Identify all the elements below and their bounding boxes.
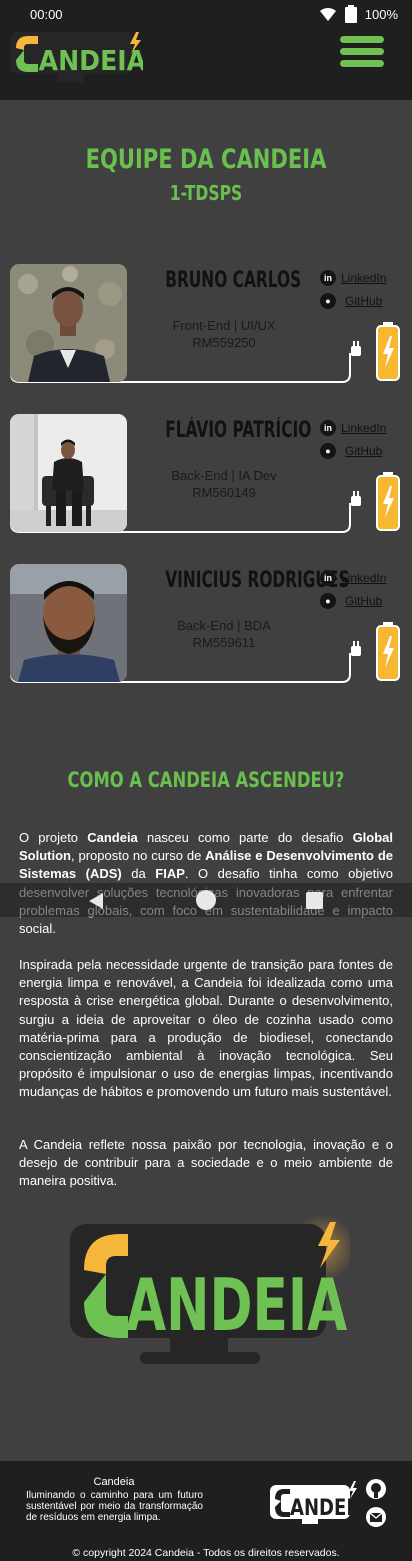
github-icon: ● <box>320 293 336 309</box>
github-link[interactable]: ● GitHub <box>320 443 382 459</box>
battery-charging-icon <box>376 472 400 531</box>
candeia-logo-large: ANDEIA <box>70 1214 350 1364</box>
linkedin-link[interactable]: in LinkedIn <box>320 270 386 286</box>
member-card: FLÁVIO PATRÍCIO Back-End | IA Dev RM5601… <box>10 414 402 536</box>
linkedin-link[interactable]: in LinkedIn <box>320 420 386 436</box>
battery-charging-icon <box>376 322 400 381</box>
footer-copyright: © copyright 2024 Candeia - Todos os dire… <box>72 1547 340 1559</box>
linkedin-icon: in <box>320 570 336 586</box>
member-name: BRUNO CARLOS <box>165 268 302 293</box>
github-link[interactable]: ● GitHub <box>320 293 382 309</box>
linkedin-label: LinkedIn <box>341 571 387 585</box>
battery-charging-icon <box>376 622 400 681</box>
team-subtitle: 1-TDSPS <box>169 181 243 205</box>
menu-bar <box>340 36 384 43</box>
github-label: GitHub <box>345 594 383 608</box>
github-link[interactable]: ● GitHub <box>320 593 382 609</box>
candeia-logo[interactable]: ANDEIA <box>8 30 143 86</box>
plug-icon <box>351 341 361 356</box>
menu-bar <box>340 48 384 55</box>
svg-text:ANDEIA: ANDEIA <box>290 1494 358 1520</box>
site-footer: Candeia Iluminando o caminho para um fut… <box>0 1461 412 1561</box>
github-icon: ● <box>320 443 336 459</box>
status-bar: 00:00 100% <box>0 0 412 30</box>
svg-text:ANDEIA: ANDEIA <box>126 1263 348 1347</box>
wifi-icon <box>319 7 336 21</box>
menu-bar <box>340 60 384 67</box>
github-label: GitHub <box>345 444 383 458</box>
linkedin-label: LinkedIn <box>341 271 387 285</box>
hamburger-menu-button[interactable] <box>340 36 384 70</box>
member-name: FLÁVIO PATRÍCIO <box>165 418 312 443</box>
footer-description: Iluminando o caminho para um futuro sust… <box>26 1490 203 1523</box>
plug-icon <box>351 491 361 506</box>
linkedin-link[interactable]: in LinkedIn <box>320 570 386 586</box>
footer-logo[interactable]: ANDEIA <box>268 1479 358 1525</box>
plug-icon <box>351 641 361 656</box>
member-rm: RM559250 <box>192 335 256 350</box>
battery-level: 100% <box>364 6 398 22</box>
member-role: Back-End | IA Dev <box>171 468 277 483</box>
member-card: VINICIUS RODRIGUES Back-End | BDA RM5596… <box>10 564 402 686</box>
back-icon[interactable] <box>88 892 104 910</box>
linkedin-icon: in <box>320 420 336 436</box>
member-name: VINICIUS RODRIGUES <box>165 568 350 593</box>
system-navigation-bar <box>0 883 412 917</box>
status-time: 00:00 <box>30 7 63 22</box>
member-rm: RM559611 <box>192 635 256 650</box>
github-icon: ● <box>320 593 336 609</box>
member-rm: RM560149 <box>192 485 256 500</box>
battery-icon <box>344 5 357 23</box>
footer-brand-name: Candeia <box>93 1476 135 1488</box>
member-photo <box>10 414 127 532</box>
member-role: Front-End | UI/UX <box>172 318 276 333</box>
member-photo <box>10 264 127 382</box>
github-label: GitHub <box>345 294 383 308</box>
site-header: ANDEIA <box>0 30 412 100</box>
about-paragraph-3: A Candeia reflete nossa paixão por tecno… <box>19 1137 393 1189</box>
recent-apps-icon[interactable] <box>306 892 323 909</box>
member-role: Back-End | BDA <box>177 618 271 633</box>
member-photo <box>10 564 127 682</box>
home-icon[interactable] <box>196 890 216 910</box>
footer-email-icon[interactable] <box>366 1507 386 1527</box>
member-card: BRUNO CARLOS Front-End | UI/UX RM559250 … <box>10 264 402 386</box>
linkedin-label: LinkedIn <box>341 421 387 435</box>
footer-github-icon[interactable] <box>366 1479 386 1499</box>
linkedin-icon: in <box>320 270 336 286</box>
team-title: EQUIPE DA CANDEIA <box>85 144 327 175</box>
svg-text:ANDEIA: ANDEIA <box>39 45 143 78</box>
about-title: COMO A CANDEIA ASCENDEU? <box>67 768 345 792</box>
about-paragraph-2: Inspirada pela necessidade urgente de tr… <box>19 957 393 1100</box>
